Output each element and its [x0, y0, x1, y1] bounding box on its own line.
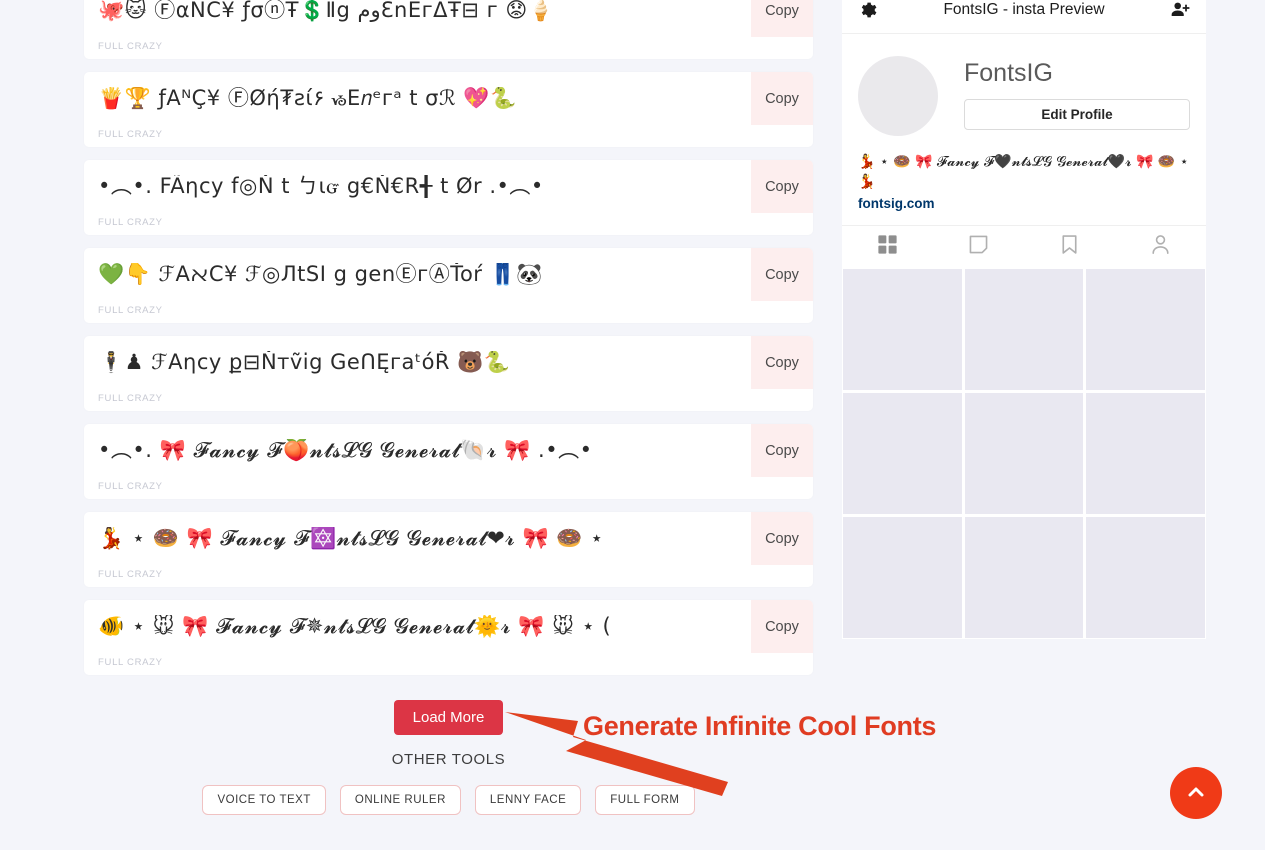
- copy-button[interactable]: Copy: [751, 72, 813, 125]
- tab-grid[interactable]: [842, 226, 933, 269]
- grid-cell[interactable]: [1086, 268, 1205, 390]
- font-card-content: 🕴♟ ℱAηcy ք⊟Ňтṽig GeՈĘгaᵗóŘ 🐻🐍: [84, 336, 813, 389]
- font-style-label: FULL CRAZY: [98, 41, 163, 52]
- gear-icon[interactable]: [857, 0, 879, 21]
- copy-button[interactable]: Copy: [751, 600, 813, 653]
- font-card-content: 💃 ⋆ 🍩 🎀 𝓕𝓪𝓷𝓬𝔂 𝓕🔯𝓷𝓽𝓼𝓛𝓖 𝓖𝓮𝓷𝓮𝓻𝓪𝓽❤𝓻 🎀 🍩 ⋆: [84, 512, 813, 565]
- tool-button-voice-to-text[interactable]: VOICE TO TEXT: [202, 785, 326, 815]
- instagram-preview-panel: FontsIG - insta Preview FontsIG Edit Pro…: [842, 0, 1206, 639]
- font-style-label: FULL CRAZY: [98, 569, 163, 580]
- grid-cell[interactable]: [843, 516, 962, 638]
- font-result-card: 🕴♟ ℱAηcy ք⊟Ňтṽig GeՈĘгaᵗóŘ 🐻🐍 FULL CRAZY…: [84, 336, 813, 411]
- grid-cell[interactable]: [843, 268, 962, 390]
- scroll-to-top-button[interactable]: [1170, 767, 1222, 819]
- copy-button[interactable]: Copy: [751, 0, 813, 37]
- font-style-label: FULL CRAZY: [98, 305, 163, 316]
- fancy-font-text[interactable]: •︵•. FÃηcy f◎Ň t ㄅιᏻ g€Ň€R╉ t Ør .•︵•: [98, 175, 544, 198]
- fancy-font-text[interactable]: 🐠 ⋆ 🐭 🎀 𝓕𝓪𝓷𝓬𝔂 𝓕✵𝓷𝓽𝓼𝓛𝓖 𝓖𝓮𝓷𝓮𝓻𝓪𝓽🌞𝓻 🎀 🐭 ⋆ (: [98, 615, 611, 638]
- other-tools-heading: OTHER TOOLS: [391, 751, 506, 768]
- page-icon: [967, 233, 990, 261]
- grid-icon: [876, 233, 899, 261]
- chevron-up-icon: [1184, 780, 1208, 807]
- font-style-label: FULL CRAZY: [98, 393, 163, 404]
- font-result-card: 💚👇 ℱAﬡC¥ ℱ◎ЛtSI g genⒺгⒶŤoŕ 👖🐼 FULL CRAZ…: [84, 248, 813, 323]
- profile-details: FontsIG Edit Profile: [938, 56, 1190, 136]
- person-icon: [1149, 233, 1172, 261]
- instagram-bio-section: 💃 ⋆ 🍩 🎀 𝓕𝓪𝓷𝓬𝔂 𝓕🖤𝓷𝓽𝓼𝓛𝓖 𝓖𝓮𝓷𝓮𝓻𝓪𝓽🖤𝓻 🎀 🍩 ⋆ 💃 …: [842, 136, 1206, 211]
- fancy-font-text[interactable]: 🕴♟ ℱAηcy ք⊟Ňтṽig GeՈĘгaᵗóŘ 🐻🐍: [98, 351, 511, 374]
- font-result-card: 🐙🐱 ⒻαŇĆ¥ ƒσⓝŦ💲Ⅱg ومƐnEгΔŦ⊟ г 😟🍦 FULL CRA…: [84, 0, 813, 59]
- grid-cell[interactable]: [964, 392, 1084, 514]
- instagram-profile-section: FontsIG Edit Profile: [842, 34, 1206, 136]
- tool-button-full-form[interactable]: FULL FORM: [595, 785, 695, 815]
- instagram-post-grid: [842, 268, 1206, 639]
- grid-cell[interactable]: [964, 516, 1084, 638]
- font-card-content: 🐙🐱 ⒻαŇĆ¥ ƒσⓝŦ💲Ⅱg ومƐnEгΔŦ⊟ г 😟🍦: [84, 0, 813, 37]
- tab-saved[interactable]: [1024, 226, 1115, 269]
- font-result-card: •︵•. 🎀 𝓕𝓪𝓷𝓬𝔂 𝓕🍑𝓷𝓽𝓼𝓛𝓖 𝓖𝓮𝓷𝓮𝓻𝓪𝓽🐚𝓻 🎀 .•︵• FU…: [84, 424, 813, 499]
- tool-button-online-ruler[interactable]: ONLINE RULER: [339, 785, 461, 815]
- tool-button-lenny-face[interactable]: LENNY FACE: [474, 785, 582, 815]
- grid-cell[interactable]: [1086, 392, 1205, 514]
- fancy-font-text[interactable]: 🐙🐱 ⒻαŇĆ¥ ƒσⓝŦ💲Ⅱg ومƐnEгΔŦ⊟ г 😟🍦: [98, 0, 554, 22]
- font-style-label: FULL CRAZY: [98, 217, 163, 228]
- font-style-label: FULL CRAZY: [98, 129, 163, 140]
- copy-button[interactable]: Copy: [751, 160, 813, 213]
- font-result-card: •︵•. FÃηcy f◎Ň t ㄅιᏻ g€Ň€R╉ t Ør .•︵• FU…: [84, 160, 813, 235]
- grid-cell[interactable]: [843, 392, 962, 514]
- font-result-card: 🐠 ⋆ 🐭 🎀 𝓕𝓪𝓷𝓬𝔂 𝓕✵𝓷𝓽𝓼𝓛𝓖 𝓖𝓮𝓷𝓮𝓻𝓪𝓽🌞𝓻 🎀 🐭 ⋆ ( …: [84, 600, 813, 675]
- font-results-list: 🐙🐱 ⒻαŇĆ¥ ƒσⓝŦ💲Ⅱg ومƐnEгΔŦ⊟ г 😟🍦 FULL CRA…: [84, 0, 813, 688]
- instagram-preview-header: FontsIG - insta Preview: [842, 0, 1206, 34]
- other-tools-list: VOICE TO TEXT ONLINE RULER LENNY FACE FU…: [84, 785, 813, 815]
- profile-username: FontsIG: [964, 59, 1053, 87]
- avatar[interactable]: [858, 56, 938, 136]
- bookmark-icon: [1058, 233, 1081, 261]
- add-person-icon[interactable]: [1169, 0, 1191, 21]
- font-card-content: 💚👇 ℱAﬡC¥ ℱ◎ЛtSI g genⒺгⒶŤoŕ 👖🐼: [84, 248, 813, 301]
- copy-button[interactable]: Copy: [751, 336, 813, 389]
- fancy-font-text[interactable]: 💚👇 ℱAﬡC¥ ℱ◎ЛtSI g genⒺгⒶŤoŕ 👖🐼: [98, 263, 543, 286]
- instagram-preview-title: FontsIG - insta Preview: [943, 0, 1105, 18]
- fancy-font-text[interactable]: 💃 ⋆ 🍩 🎀 𝓕𝓪𝓷𝓬𝔂 𝓕🔯𝓷𝓽𝓼𝓛𝓖 𝓖𝓮𝓷𝓮𝓻𝓪𝓽❤𝓻 🎀 🍩 ⋆: [98, 527, 604, 550]
- profile-bio-link[interactable]: fontsig.com: [858, 196, 1190, 211]
- profile-bio-text: 💃 ⋆ 🍩 🎀 𝓕𝓪𝓷𝓬𝔂 𝓕🖤𝓷𝓽𝓼𝓛𝓖 𝓖𝓮𝓷𝓮𝓻𝓪𝓽🖤𝓻 🎀 🍩 ⋆ 💃: [858, 154, 1189, 191]
- font-card-content: •︵•. FÃηcy f◎Ň t ㄅιᏻ g€Ň€R╉ t Ør .•︵•: [84, 160, 813, 213]
- font-style-label: FULL CRAZY: [98, 657, 163, 668]
- page-root: 🐙🐱 ⒻαŇĆ¥ ƒσⓝŦ💲Ⅱg ومƐnEгΔŦ⊟ г 😟🍦 FULL CRA…: [0, 0, 1265, 850]
- copy-button[interactable]: Copy: [751, 248, 813, 301]
- instagram-tab-bar: [842, 224, 1206, 269]
- bottom-actions: Load More OTHER TOOLS VOICE TO TEXT ONLI…: [84, 700, 813, 815]
- font-result-card: 💃 ⋆ 🍩 🎀 𝓕𝓪𝓷𝓬𝔂 𝓕🔯𝓷𝓽𝓼𝓛𝓖 𝓖𝓮𝓷𝓮𝓻𝓪𝓽❤𝓻 🎀 🍩 ⋆ FU…: [84, 512, 813, 587]
- tab-page[interactable]: [933, 226, 1024, 269]
- font-card-content: •︵•. 🎀 𝓕𝓪𝓷𝓬𝔂 𝓕🍑𝓷𝓽𝓼𝓛𝓖 𝓖𝓮𝓷𝓮𝓻𝓪𝓽🐚𝓻 🎀 .•︵•: [84, 424, 813, 477]
- copy-button[interactable]: Copy: [751, 424, 813, 477]
- tab-tagged[interactable]: [1115, 226, 1206, 269]
- font-card-content: 🍟🏆 ƒAᴺҪ¥ ⒻØή₮ƨί۶ ᏹΕ𝑛ᵉгᵃ t σℛ 💖🐍: [84, 72, 813, 125]
- fancy-font-text[interactable]: •︵•. 🎀 𝓕𝓪𝓷𝓬𝔂 𝓕🍑𝓷𝓽𝓼𝓛𝓖 𝓖𝓮𝓷𝓮𝓻𝓪𝓽🐚𝓻 🎀 .•︵•: [98, 439, 592, 462]
- font-result-card: 🍟🏆 ƒAᴺҪ¥ ⒻØή₮ƨί۶ ᏹΕ𝑛ᵉгᵃ t σℛ 💖🐍 FULL CRA…: [84, 72, 813, 147]
- copy-button[interactable]: Copy: [751, 512, 813, 565]
- fancy-font-text[interactable]: 🍟🏆 ƒAᴺҪ¥ ⒻØή₮ƨί۶ ᏹΕ𝑛ᵉгᵃ t σℛ 💖🐍: [98, 87, 517, 110]
- load-more-button[interactable]: Load More: [393, 700, 504, 735]
- edit-profile-button[interactable]: Edit Profile: [964, 98, 1190, 130]
- grid-cell[interactable]: [1086, 516, 1205, 638]
- font-card-content: 🐠 ⋆ 🐭 🎀 𝓕𝓪𝓷𝓬𝔂 𝓕✵𝓷𝓽𝓼𝓛𝓖 𝓖𝓮𝓷𝓮𝓻𝓪𝓽🌞𝓻 🎀 🐭 ⋆ (: [84, 600, 813, 653]
- grid-cell[interactable]: [964, 268, 1084, 390]
- font-style-label: FULL CRAZY: [98, 481, 163, 492]
